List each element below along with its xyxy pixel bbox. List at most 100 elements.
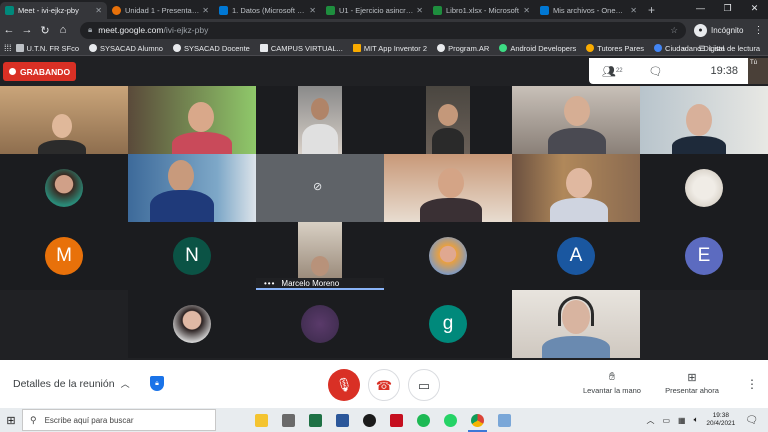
notifications-icon[interactable]: 🗨︎ — [745, 415, 758, 426]
participant-tile[interactable] — [128, 290, 256, 358]
participant-tile[interactable] — [256, 290, 384, 358]
host-controls-shield-icon[interactable]: 🔒︎ — [150, 376, 164, 391]
close-window-icon[interactable]: ✕ — [741, 0, 768, 17]
new-tab-button[interactable]: + — [648, 2, 655, 19]
excel-icon[interactable] — [302, 408, 329, 432]
leave-call-button[interactable]: ☎︎ — [368, 369, 400, 401]
back-icon[interactable]: ← — [0, 24, 18, 36]
participant-tile[interactable] — [128, 86, 256, 154]
chat-icon: 🗨︎ — [648, 65, 663, 78]
participant-tile[interactable]: M — [0, 222, 128, 290]
forward-icon[interactable]: → — [18, 24, 36, 36]
taskbar-search-box[interactable]: ⚲ Escribe aquí para buscar — [22, 409, 216, 431]
media-player-icon[interactable] — [356, 408, 383, 432]
participant-tile[interactable]: N — [128, 222, 256, 290]
minimize-icon[interactable]: — — [687, 0, 714, 17]
lock-icon[interactable]: 🔒︎ — [88, 25, 92, 35]
incognito-indicator[interactable]: ● Incógnito — [694, 23, 743, 37]
camera-button[interactable]: ▭ — [408, 369, 440, 401]
participant-body — [302, 124, 338, 154]
browser-toolbar: ← → ↻ ⌂ 🔒︎ meet.google.com/ivi-ejkz-pby … — [0, 19, 768, 41]
chevron-up-icon: ︿ — [120, 379, 130, 389]
bookmark-utn[interactable]: U.T.N. FR SFco — [15, 44, 79, 53]
windows-start-icon[interactable]: ⊞ — [0, 408, 22, 432]
bookmark-program-ar[interactable]: Program.AR — [437, 44, 489, 53]
bookmark-mit-app-inventor[interactable]: MIT App Inventor 2 — [352, 44, 427, 53]
tab-onedrive[interactable]: Mis archivos - OneDriv ✕ — [535, 2, 642, 19]
more-options-icon[interactable]: ⋮ — [746, 377, 758, 391]
participant-tile[interactable] — [640, 86, 768, 154]
battery-icon[interactable]: ▭ — [662, 416, 670, 425]
present-now-button[interactable]: ⊞ Presentar ahora — [662, 371, 722, 395]
restore-icon[interactable]: ❐ — [714, 0, 741, 17]
bookmark-sysacad-alumno[interactable]: SYSACAD Alumno — [89, 44, 163, 53]
close-icon[interactable]: ✕ — [523, 6, 530, 15]
participant-tile[interactable] — [512, 86, 640, 154]
reload-icon[interactable]: ↻ — [36, 24, 54, 37]
participant-avatar: M — [45, 237, 83, 275]
browser-menu-icon[interactable]: ⋮ — [753, 25, 763, 36]
volume-icon[interactable]: 🔈︎ — [694, 415, 699, 425]
reading-list[interactable]: » ☰ Lista de lectura — [682, 44, 760, 53]
headphones-icon — [558, 296, 594, 326]
tab-ejercicio[interactable]: U1 - Ejercicio asincróni ✕ — [321, 2, 428, 19]
participant-tile[interactable] — [384, 154, 512, 222]
participant-avatar-photo — [301, 305, 339, 343]
participant-tile[interactable] — [384, 86, 512, 154]
chevron-up-icon[interactable]: ︿ — [646, 415, 654, 426]
close-icon[interactable]: ✕ — [95, 6, 102, 15]
close-icon[interactable]: ✕ — [630, 6, 637, 15]
file-explorer-icon[interactable] — [248, 408, 275, 432]
participant-tile[interactable]: E — [640, 222, 768, 290]
close-icon[interactable]: ✕ — [309, 6, 316, 15]
bookmark-sysacad-docente[interactable]: SYSACAD Docente — [172, 44, 250, 53]
incognito-icon: ● — [694, 23, 707, 37]
reading-list-icon: ☰ — [698, 43, 706, 53]
raise-hand-button[interactable]: ✋︎ Levantar la mano — [580, 371, 644, 395]
participant-tile[interactable] — [512, 290, 640, 358]
participant-tile[interactable] — [640, 154, 768, 222]
tab-libro1[interactable]: Libro1.xlsx - Microsoft ✕ — [428, 2, 535, 19]
tab-meet[interactable]: Meet - ivi-ejkz-pby ✕ — [0, 2, 107, 19]
calculator-icon[interactable] — [275, 408, 302, 432]
tab-datos-excel[interactable]: 1. Datos (Microsoft Exc ✕ — [214, 2, 321, 19]
word-icon[interactable] — [329, 408, 356, 432]
participant-tile[interactable] — [512, 154, 640, 222]
participant-tile[interactable] — [128, 154, 256, 222]
bookmark-tutores-pares[interactable]: Tutores Pares — [586, 44, 644, 53]
participant-tile[interactable] — [256, 86, 384, 154]
participant-tile[interactable] — [384, 222, 512, 290]
apps-icon[interactable]: ⁞⁞⁞ — [4, 43, 12, 53]
participant-tile[interactable] — [0, 86, 128, 154]
bookmark-campus-virtual[interactable]: CAMPUS VIRTUAL... — [259, 44, 343, 53]
whatsapp-icon[interactable] — [437, 408, 464, 432]
tab-unidad-1[interactable]: Unidad 1 - Presentación ✕ — [107, 2, 214, 19]
system-clock[interactable]: 19:38 20/4/2021 — [706, 412, 735, 428]
participant-tile[interactable] — [0, 154, 128, 222]
more-options-icon[interactable]: ••• — [264, 279, 275, 288]
meeting-details-button[interactable]: Detalles de la reunión ︿ — [13, 377, 130, 390]
bookmark-star-icon[interactable]: ☆ — [670, 25, 678, 36]
app-icon[interactable] — [491, 408, 518, 432]
network-icon[interactable]: ▦ — [678, 416, 686, 425]
more-bookmarks-icon[interactable]: » — [682, 44, 686, 53]
chrome-icon[interactable] — [464, 408, 491, 432]
participants-button[interactable]: 👥︎ 22 — [602, 65, 623, 78]
netflix-icon[interactable] — [383, 408, 410, 432]
spotify-icon[interactable] — [410, 408, 437, 432]
home-icon[interactable]: ⌂ — [54, 24, 72, 36]
participant-tile-active-speaker[interactable]: ••• Marcelo Moreno — [256, 222, 384, 290]
address-bar[interactable]: 🔒︎ meet.google.com/ivi-ejkz-pby ☆ — [80, 21, 686, 39]
participant-tile[interactable]: A — [512, 222, 640, 290]
excel-favicon-icon — [326, 6, 335, 15]
mic-off-button[interactable]: 🎙︎ — [328, 369, 360, 401]
globe-icon — [89, 44, 98, 52]
self-view[interactable]: Tú — [748, 58, 768, 84]
people-icon — [586, 44, 595, 52]
close-icon[interactable]: ✕ — [416, 6, 423, 15]
close-icon[interactable]: ✕ — [202, 6, 209, 15]
participant-tile[interactable]: ⊘ — [256, 154, 384, 222]
bookmark-android-developers[interactable]: Android Developers — [499, 44, 576, 53]
participant-tile[interactable]: g — [384, 290, 512, 358]
chat-button[interactable]: 🗨︎ — [649, 65, 663, 78]
